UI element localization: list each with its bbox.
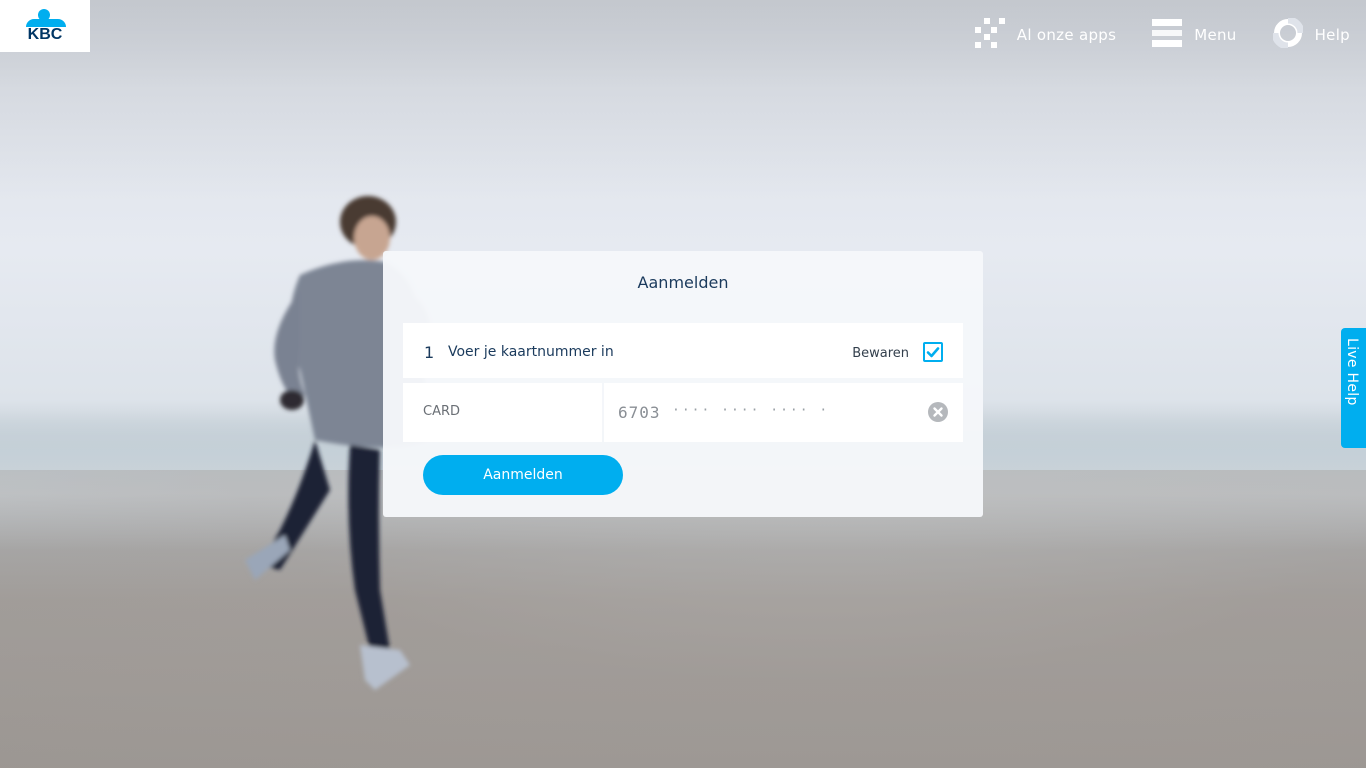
menu-button[interactable]: Menu bbox=[1152, 18, 1236, 52]
card-input-cell: ···· ···· ···· · bbox=[604, 383, 963, 442]
clear-card-button[interactable] bbox=[928, 402, 948, 422]
top-navigation: Al onze apps Menu Help bbox=[974, 16, 1366, 52]
remember-checkbox[interactable] bbox=[923, 342, 943, 362]
card-label-cell: CARD bbox=[403, 383, 602, 442]
clear-x-icon bbox=[933, 407, 943, 417]
login-submit-button[interactable]: Aanmelden bbox=[423, 455, 623, 495]
lifebuoy-icon bbox=[1271, 16, 1305, 52]
grid-icon bbox=[974, 18, 1005, 52]
help-button[interactable]: Help bbox=[1271, 16, 1350, 52]
checkmark-icon bbox=[926, 347, 940, 358]
all-apps-link[interactable]: Al onze apps bbox=[974, 18, 1117, 52]
hamburger-icon bbox=[1152, 18, 1183, 52]
logo-text: KBC bbox=[27, 26, 63, 43]
remember-label: Bewaren bbox=[852, 346, 909, 361]
step-number: 1 bbox=[424, 343, 435, 362]
card-label: CARD bbox=[423, 404, 461, 419]
login-card: Aanmelden 1 Voer je kaartnummer in Bewar… bbox=[383, 251, 983, 517]
menu-label: Menu bbox=[1194, 26, 1237, 44]
step-label: Voer je kaartnummer in bbox=[448, 344, 614, 360]
all-apps-label: Al onze apps bbox=[1016, 26, 1117, 44]
live-help-tab[interactable]: Live Help bbox=[1341, 328, 1366, 448]
card-number-mask: ···· ···· ···· · bbox=[672, 403, 830, 418]
live-help-label: Live Help bbox=[1344, 338, 1360, 406]
kbc-logo[interactable]: KBC bbox=[0, 0, 90, 52]
login-title: Aanmelden bbox=[637, 273, 729, 292]
step-row: 1 Voer je kaartnummer in Bewaren bbox=[403, 323, 963, 378]
card-number-row: CARD ···· ···· ···· · bbox=[403, 383, 963, 442]
help-label: Help bbox=[1314, 26, 1350, 44]
